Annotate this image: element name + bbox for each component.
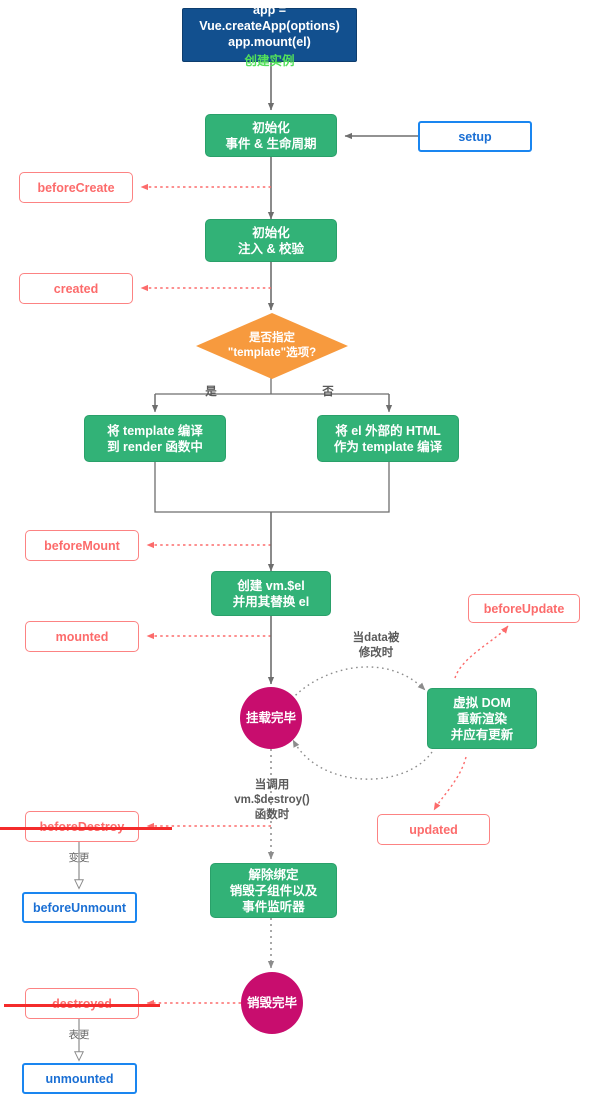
create-vmel-line2: 并用其替换 el — [232, 594, 310, 609]
hook-before-create: beforeCreate — [19, 172, 133, 203]
root-line1: app = Vue.createApp(options) — [199, 2, 340, 33]
hook-destroyed: destroyed — [4, 988, 160, 1019]
updated-label: updated — [409, 822, 458, 837]
hook-before-mount: beforeMount — [25, 530, 139, 561]
unbind-line1: 解除绑定 — [248, 867, 299, 882]
unbind-line3: 事件监听器 — [242, 899, 305, 914]
branch-label-no: 否 — [322, 386, 334, 398]
before-update-label: beforeUpdate — [483, 601, 565, 616]
init-inject-line1: 初始化 — [252, 225, 290, 240]
decision-line2: "template"选项? — [227, 347, 317, 359]
hook-updated: updated — [377, 814, 490, 845]
compile-el-line2: 作为 template 编译 — [333, 439, 443, 454]
node-virtual-dom-rerender: 虚拟 DOM 重新渲染 并应有更新 — [427, 688, 537, 749]
created-label: created — [53, 281, 99, 296]
root-subtitle: 创建实例 — [244, 53, 295, 68]
node-unbind-destroy-children: 解除绑定 销毁子组件以及 事件监听器 — [210, 863, 337, 918]
create-vmel-line1: 创建 vm.$el — [237, 578, 305, 593]
compile-el-line1: 将 el 外部的 HTML — [335, 423, 441, 438]
setup-label: setup — [458, 129, 492, 144]
mount-complete-label: 挂载完毕 — [245, 711, 296, 725]
node-create-vm-el: 创建 vm.$el 并用其替换 el — [211, 571, 331, 616]
vdom-line1: 虚拟 DOM — [453, 695, 511, 710]
unmounted-label: unmounted — [45, 1071, 114, 1086]
before-unmount-label: beforeUnmount — [32, 900, 127, 915]
before-create-label: beforeCreate — [37, 180, 115, 195]
destroy-complete-label: 销毁完毕 — [246, 996, 297, 1010]
hook-mounted: mounted — [25, 621, 139, 652]
node-init-injections: 初始化 注入 & 校验 — [205, 219, 337, 262]
mounted-label: mounted — [55, 629, 109, 644]
node-template-decision: 是否指定 "template"选项? — [196, 313, 348, 379]
root-line2: app.mount(el) — [228, 34, 311, 49]
node-setup: setup — [418, 121, 532, 152]
decision-line1: 是否指定 — [249, 332, 295, 345]
vdom-line3: 并应有更新 — [450, 727, 514, 742]
before-destroy-label: beforeDestroy — [0, 819, 172, 834]
hook-before-destroy: beforeDestroy — [0, 811, 172, 842]
node-create-app: app = Vue.createApp(options) app.mount(e… — [182, 3, 357, 68]
destroyed-label: destroyed — [4, 996, 160, 1011]
unbind-line2: 销毁子组件以及 — [229, 883, 318, 898]
node-unmounted: unmounted — [22, 1063, 137, 1094]
node-mount-complete: 挂载完毕 — [240, 687, 302, 749]
node-compile-template-to-render: 将 template 编译 到 render 函数中 — [84, 415, 226, 462]
rename-label-unmounted: 表更 — [68, 1029, 90, 1041]
edge-label-data-changed: 当data被 修改时 — [352, 632, 400, 659]
init-events-line2: 事件 & 生命周期 — [225, 136, 317, 151]
init-events-line1: 初始化 — [252, 120, 290, 135]
edge-label-destroy-called: 当调用 vm.$destroy() 函数时 — [234, 779, 310, 821]
lifecycle-diagram: app = Vue.createApp(options) app.mount(e… — [0, 0, 600, 1113]
hook-before-update: beforeUpdate — [468, 594, 580, 623]
compile-template-line1: 将 template 编译 — [107, 423, 203, 438]
vdom-line2: 重新渲染 — [456, 711, 507, 726]
node-before-unmount: beforeUnmount — [22, 892, 137, 923]
branch-label-yes: 是 — [205, 386, 217, 398]
init-inject-line2: 注入 & 校验 — [238, 241, 304, 256]
compile-template-line2: 到 render 函数中 — [107, 439, 203, 454]
node-compile-el-outer-html: 将 el 外部的 HTML 作为 template 编译 — [317, 415, 459, 462]
node-init-events-lifecycle: 初始化 事件 & 生命周期 — [205, 114, 337, 157]
before-mount-label: beforeMount — [44, 538, 120, 553]
node-destroy-complete: 销毁完毕 — [241, 972, 303, 1034]
rename-label-before-unmount: 变更 — [68, 852, 90, 864]
hook-created: created — [19, 273, 133, 304]
